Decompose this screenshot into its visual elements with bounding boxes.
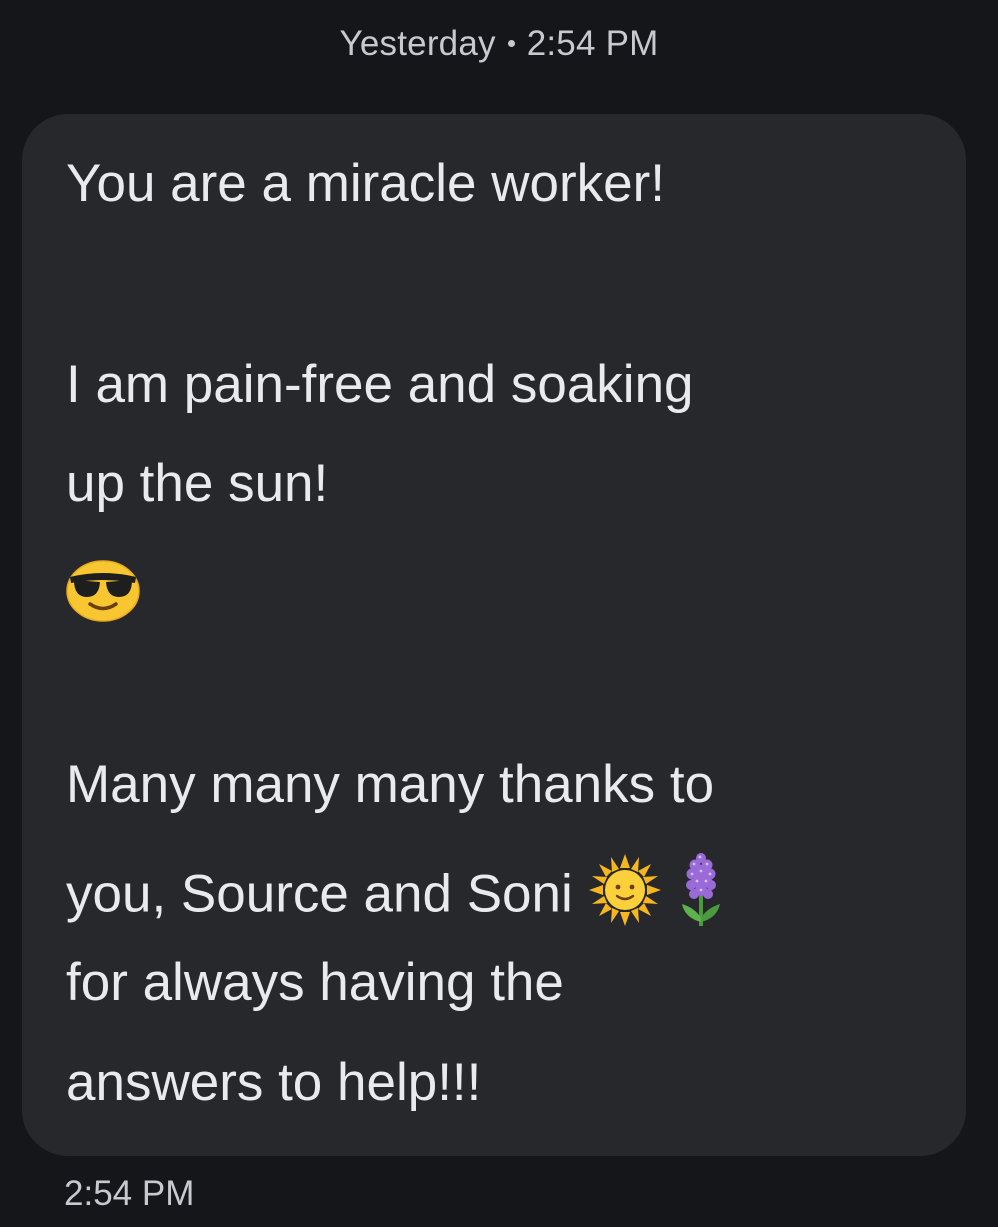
date-label: Yesterday [339,24,496,63]
message-line: for always having the [66,953,564,1012]
hyacinth-emoji-icon [677,852,725,943]
message-line: I am pain-free and soaking [66,355,694,414]
message-line: Many many many thanks to [66,755,715,814]
message-line-text: you, Source and Soni [66,864,573,924]
message-line: up the sun! [66,454,329,513]
message-line: answers to help!!! [66,1053,482,1112]
separator-dot [507,40,515,48]
message-line-with-emoji: you, Source and Soni [66,852,725,943]
sun-with-face-emoji-icon [587,852,663,943]
sunglasses-face-emoji-icon [66,560,140,622]
message-timestamp: 2:54 PM [64,1174,195,1213]
date-time-label: 2:54 PM [526,24,659,63]
date-separator: Yesterday 2:54 PM [0,22,998,66]
message-line: You are a miracle worker! [66,154,665,213]
